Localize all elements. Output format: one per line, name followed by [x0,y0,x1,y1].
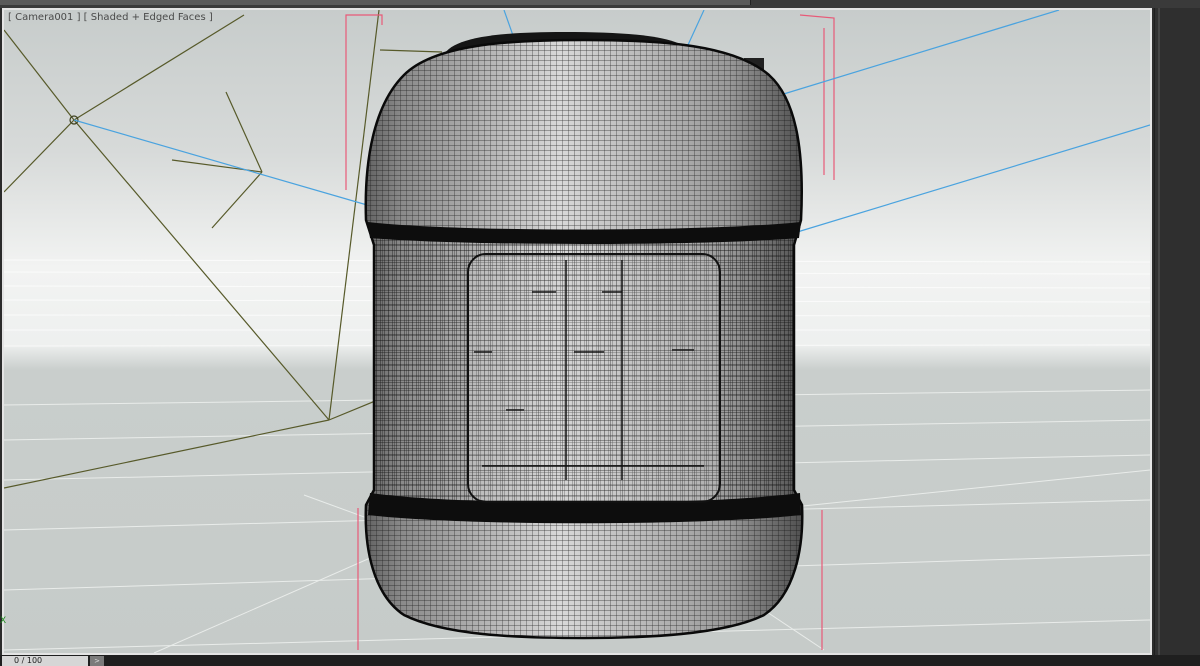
right-command-panel [1154,8,1200,655]
panel-divider [1158,8,1160,655]
viewport-label[interactable]: [ Camera001 ] [ Shaded + Edged Faces ] [8,12,213,23]
top-toolbar-strip [0,0,1200,8]
toolbar-segment [330,0,751,5]
jerrycan-mesh[interactable] [344,30,824,650]
toolbar-segment [0,0,331,5]
axis-gizmo-label: X [0,616,7,626]
frame-counter[interactable]: 0 / 100 [2,656,88,666]
chevron-right-icon[interactable]: > [90,656,104,666]
camera-viewport[interactable]: [ Camera001 ] [ Shaded + Edged Faces ] [2,8,1152,655]
time-slider-bar[interactable]: 0 / 100 > [0,655,1200,666]
viewport-scene [4,10,1150,653]
